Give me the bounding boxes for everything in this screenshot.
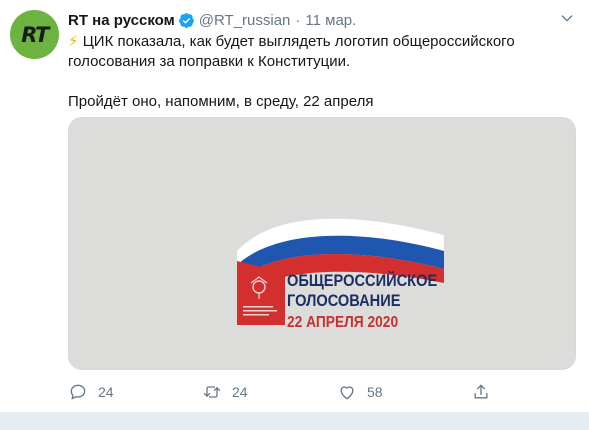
share-icon — [474, 384, 488, 399]
like-count: 58 — [367, 384, 383, 400]
logo-text-line-1: ОБЩЕРОССИЙСКОЕ — [287, 271, 438, 290]
tweet-media-image[interactable]: ОБЩЕРОССИЙСКОЕ ГОЛОСОВАНИЕ 22 АПРЕЛЯ 202… — [68, 117, 576, 370]
reply-count: 24 — [98, 384, 114, 400]
retweet-icon — [203, 386, 221, 398]
retweet-button[interactable]: 24 — [202, 382, 248, 402]
author-handle[interactable]: @RT_russian — [199, 12, 291, 29]
avatar-logo-text: RT — [21, 22, 49, 47]
reply-button[interactable]: 24 — [68, 382, 114, 402]
verified-badge-icon — [178, 12, 194, 28]
retweet-count: 24 — [232, 384, 248, 400]
tweet-actions: 24 24 58 — [0, 376, 589, 408]
tweet-date[interactable]: 11 мар. — [305, 12, 356, 29]
logo-text-date: 22 АПРЕЛЯ 2020 — [287, 314, 399, 331]
avatar[interactable]: RT — [10, 10, 59, 59]
tweet-text-line-2: Пройдёт оно, напомним, в среду, 22 апрел… — [68, 93, 374, 110]
like-button[interactable]: 58 — [337, 382, 383, 402]
header-separator: · — [295, 11, 301, 29]
share-button[interactable] — [471, 382, 501, 402]
reply-icon — [70, 384, 86, 400]
tweet-card[interactable]: RT RT на русском @RT_russian · 11 мар. ⚡… — [0, 0, 589, 412]
chevron-down-icon[interactable] — [559, 10, 575, 26]
lightning-emoji-icon: ⚡ — [68, 33, 79, 50]
author-name[interactable]: RT на русском — [68, 12, 175, 29]
tweet-header: RT на русском @RT_russian · 11 мар. — [68, 10, 356, 30]
heart-icon — [340, 386, 354, 400]
logo-text-line-2: ГОЛОСОВАНИЕ — [287, 291, 401, 310]
tweet-text-paragraph-1: ⚡ ЦИК показала, как будет выглядеть лого… — [68, 32, 568, 72]
feed-divider — [0, 412, 589, 430]
tweet-text: ⚡ ЦИК показала, как будет выглядеть лого… — [68, 32, 568, 112]
tweet-text-line-1: ЦИК показала, как будет выглядеть логоти… — [68, 33, 515, 70]
